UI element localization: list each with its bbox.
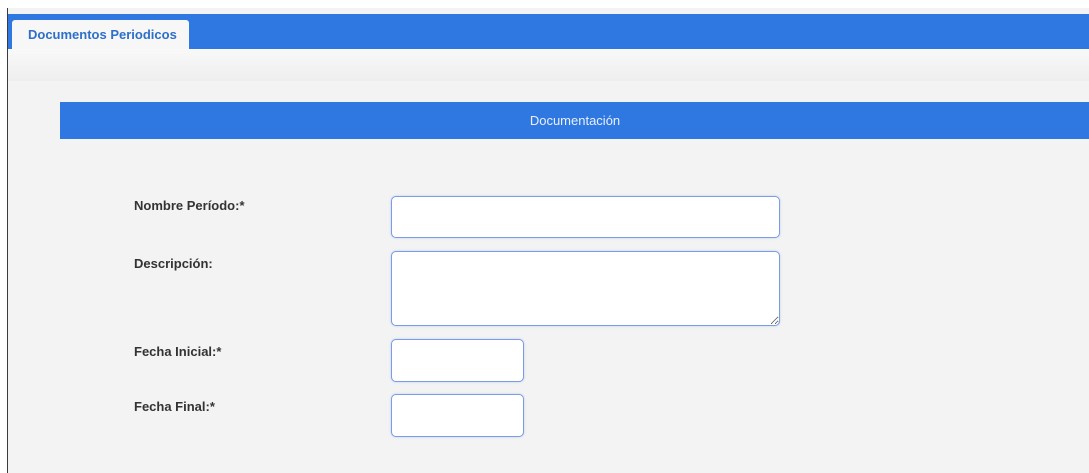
toolbar-band	[8, 49, 1089, 81]
section-header-documentacion: Documentación	[60, 102, 1089, 139]
fecha-final-input[interactable]	[391, 394, 524, 437]
descripcion-textarea[interactable]	[391, 251, 780, 326]
fecha-final-label: Fecha Final:*	[134, 399, 215, 414]
app-frame: Documentos Periodicos Documentación Nomb…	[7, 8, 1089, 473]
nombre-periodo-input[interactable]	[391, 196, 780, 238]
tab-bar: Documentos Periodicos	[8, 14, 1089, 50]
nombre-periodo-label: Nombre Período:*	[134, 198, 245, 213]
tab-documentos-periodicos[interactable]: Documentos Periodicos	[12, 20, 189, 50]
fecha-inicial-input[interactable]	[391, 339, 524, 382]
descripcion-label: Descripción:	[134, 256, 213, 271]
fecha-inicial-label: Fecha Inicial:*	[134, 344, 222, 359]
